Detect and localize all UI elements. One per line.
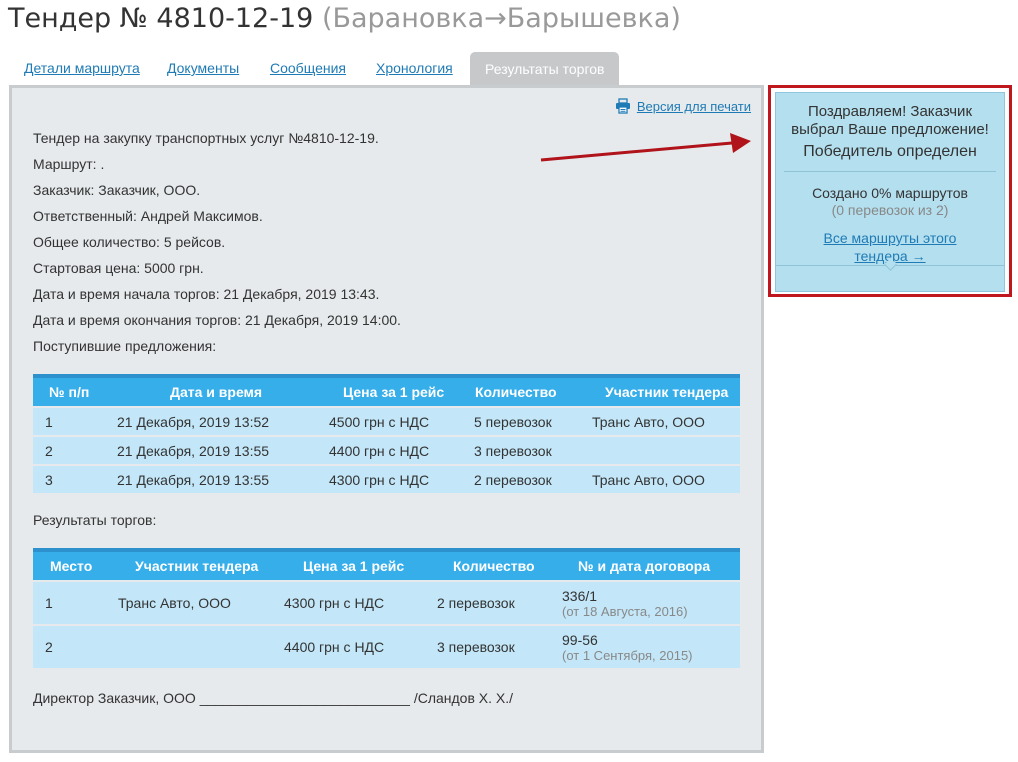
info-total-count: Общее количество: 5 рейсов. bbox=[33, 234, 226, 250]
offer-quantity: 5 перевозок bbox=[445, 407, 565, 436]
all-routes-line-1: Все маршруты этого bbox=[823, 230, 957, 246]
result-place: 1 bbox=[33, 581, 106, 625]
page-title: Тендер № 4810-12-19 (Барановка→Барышевка… bbox=[8, 3, 681, 34]
offers-table: № п/п Дата и время Цена за 1 рейс Количе… bbox=[33, 374, 740, 493]
result-place: 2 bbox=[33, 625, 106, 668]
info-tender-name: Тендер на закупку транспортных услуг №48… bbox=[33, 130, 379, 146]
table-row: 2 21 Декабря, 2019 13:55 4400 грн с НДС … bbox=[33, 436, 740, 465]
result-participant bbox=[106, 625, 272, 668]
offer-participant: Транс Авто, ООО bbox=[565, 407, 740, 436]
divider bbox=[784, 171, 996, 172]
contract-date: (от 1 Сентября, 2015) bbox=[562, 647, 693, 663]
offer-number: 3 bbox=[33, 465, 105, 493]
contract-number: 336/1 bbox=[562, 587, 598, 604]
column-header: Количество bbox=[453, 558, 535, 574]
printer-icon bbox=[615, 98, 631, 114]
tab-auction-results[interactable]: Результаты торгов bbox=[470, 52, 620, 86]
tender-title: Тендер № 4810-12-19 bbox=[8, 3, 314, 34]
table-row: 3 21 Декабря, 2019 13:55 4300 грн с НДС … bbox=[33, 465, 740, 493]
info-offers-label: Поступившие предложения: bbox=[33, 338, 217, 354]
results-panel: Версия для печати Тендер на закупку тран… bbox=[9, 85, 764, 753]
routes-created: Создано 0% маршрутов bbox=[812, 185, 968, 201]
info-route: Маршрут: . bbox=[33, 156, 105, 172]
result-quantity: 3 перевозок bbox=[425, 625, 550, 668]
column-header: Место bbox=[50, 558, 93, 574]
result-contract: 336/1 (от 18 Августа, 2016) bbox=[550, 581, 740, 625]
offer-price: 4300 грн с НДС bbox=[305, 465, 445, 493]
tender-info: Тендер на закупку транспортных услуг №48… bbox=[33, 128, 401, 362]
column-header: Цена за 1 рейс bbox=[303, 558, 405, 574]
offer-number: 2 bbox=[33, 436, 105, 465]
congrats-message: Поздравляем! Заказчик выбрал Ваше предло… bbox=[776, 103, 1004, 139]
offer-quantity: 2 перевозок bbox=[445, 465, 565, 493]
column-header: Количество bbox=[475, 384, 557, 400]
table-header-row: Место Участник тендера Цена за 1 рейс Ко… bbox=[33, 550, 740, 581]
table-row: 1 21 Декабря, 2019 13:52 4500 грн с НДС … bbox=[33, 407, 740, 436]
print-version-link[interactable]: Версия для печати bbox=[615, 98, 751, 114]
offer-price: 4400 грн с НДС bbox=[305, 436, 445, 465]
tab-route-details[interactable]: Детали маршрута bbox=[24, 60, 140, 76]
info-end-date: Дата и время окончания торгов: 21 Декабр… bbox=[33, 312, 401, 328]
congrats-line-2: выбрал Ваше предложение! bbox=[791, 121, 989, 138]
table-row: 1 Транс Авто, ООО 4300 грн с НДС 2 перев… bbox=[33, 581, 740, 625]
offer-quantity: 3 перевозок bbox=[445, 436, 565, 465]
tender-route: (Барановка→Барышевка) bbox=[321, 3, 681, 34]
info-customer: Заказчик: Заказчик, ООО. bbox=[33, 182, 201, 198]
tab-chronology[interactable]: Хронология bbox=[376, 60, 453, 76]
contract-number: 99-56 bbox=[562, 631, 598, 648]
offer-datetime: 21 Декабря, 2019 13:55 bbox=[105, 436, 305, 465]
column-header: № п/п bbox=[49, 384, 90, 400]
contract-date: (от 18 Августа, 2016) bbox=[562, 603, 688, 619]
info-start-price: Стартовая цена: 5000 грн. bbox=[33, 260, 204, 276]
column-header: Участник тендера bbox=[135, 558, 259, 574]
column-header: № и дата договора bbox=[578, 558, 711, 574]
offer-datetime: 21 Декабря, 2019 13:52 bbox=[105, 407, 305, 436]
result-participant: Транс Авто, ООО bbox=[106, 581, 272, 625]
table-row: 2 4400 грн с НДС 3 перевозок 99-56 (от 1… bbox=[33, 625, 740, 668]
red-arrow-annotation bbox=[540, 133, 751, 162]
column-header: Цена за 1 рейс bbox=[343, 384, 445, 400]
results-label: Результаты торгов: bbox=[33, 512, 157, 528]
info-start-date: Дата и время начала торгов: 21 Декабря, … bbox=[33, 286, 380, 302]
info-responsible: Ответственный: Андрей Максимов. bbox=[33, 208, 263, 224]
tabs-bar: Детали маршрута Документы Сообщения Хрон… bbox=[10, 52, 630, 86]
routes-created-count: (0 перевозок из 2) bbox=[831, 202, 949, 218]
table-header-row: № п/п Дата и время Цена за 1 рейс Количе… bbox=[33, 376, 740, 407]
offer-participant bbox=[565, 436, 740, 465]
signature-line: Директор Заказчик, ООО _________________… bbox=[33, 690, 514, 706]
result-price: 4400 грн с НДС bbox=[272, 625, 425, 668]
result-quantity: 2 перевозок bbox=[425, 581, 550, 625]
column-header: Дата и время bbox=[170, 384, 263, 400]
winner-status: Победитель определен bbox=[803, 143, 977, 160]
result-contract: 99-56 (от 1 Сентября, 2015) bbox=[550, 625, 740, 668]
offer-participant: Транс Авто, ООО bbox=[565, 465, 740, 493]
results-table: Место Участник тендера Цена за 1 рейс Ко… bbox=[33, 548, 740, 668]
offer-price: 4500 грн с НДС bbox=[305, 407, 445, 436]
tab-messages[interactable]: Сообщения bbox=[270, 60, 346, 76]
winner-notice: Поздравляем! Заказчик выбрал Ваше предло… bbox=[775, 92, 1005, 292]
offer-number: 1 bbox=[33, 407, 105, 436]
result-price: 4300 грн с НДС bbox=[272, 581, 425, 625]
print-version-label: Версия для печати bbox=[636, 98, 751, 114]
offer-datetime: 21 Декабря, 2019 13:55 bbox=[105, 465, 305, 493]
winner-highlight-box: Поздравляем! Заказчик выбрал Ваше предло… bbox=[768, 85, 1012, 297]
congrats-line-1: Поздравляем! Заказчик bbox=[807, 103, 973, 120]
column-header: Участник тендера bbox=[605, 384, 729, 400]
tab-documents[interactable]: Документы bbox=[167, 60, 239, 76]
